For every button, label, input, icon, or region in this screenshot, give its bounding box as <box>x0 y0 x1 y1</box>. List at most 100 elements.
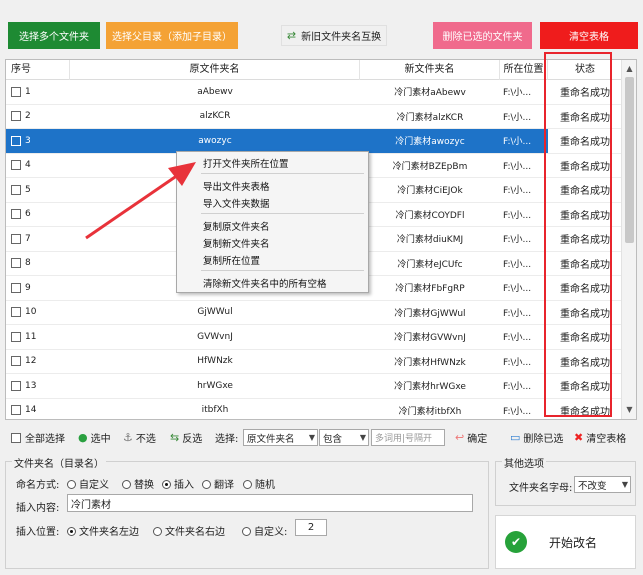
mode-translate-radio[interactable]: 翻译 <box>202 476 234 491</box>
table-row[interactable]: 3 awozyc 冷门素材awozyc F:\小... 重命名成功 <box>6 129 622 154</box>
swap-icon: ⇄ <box>286 29 297 42</box>
menu-export-table[interactable]: 导出文件夹表格 <box>203 179 270 193</box>
check-label: 选中 <box>90 434 111 445</box>
mode-translate-label: 翻译 <box>214 480 234 491</box>
clear-table-button[interactable]: 清空表格 <box>540 22 638 49</box>
row-checkbox[interactable] <box>11 356 21 367</box>
confirm-icon: ↩ <box>455 431 465 444</box>
confirm-button[interactable]: ↩ 确定 <box>455 430 487 445</box>
choose-label: 选择: <box>215 434 239 445</box>
row-checkbox[interactable] <box>11 135 21 146</box>
letter-case-select[interactable]: 不改变 ▼ <box>574 476 631 493</box>
row-index-cell: 1 <box>6 80 70 104</box>
new-name-cell: 冷门素材diuKMJ <box>396 235 464 246</box>
row-checkbox[interactable] <box>11 282 21 293</box>
header-index[interactable]: 序号 <box>6 60 70 80</box>
location-cell: F:\小... <box>503 88 532 99</box>
start-rename-button[interactable]: ✔ 开始改名 <box>495 515 636 569</box>
select-all-checkbox[interactable]: 全部选择 <box>11 430 65 445</box>
table-scrollbar[interactable]: ▲ ▼ <box>621 60 636 419</box>
row-checkbox[interactable] <box>11 258 21 269</box>
table-row[interactable]: 2 alzKCR 冷门素材alzKCR F:\小... 重命名成功 <box>6 105 622 129</box>
row-checkbox[interactable] <box>11 307 21 318</box>
row-checkbox[interactable] <box>11 331 21 342</box>
menu-open-location[interactable]: 打开文件夹所在位置 <box>203 156 289 170</box>
mode-insert-radio[interactable]: 插入 <box>162 476 194 491</box>
row-index-cell: 3 <box>6 129 70 153</box>
table-row[interactable]: 11 GVWvnJ 冷门素材GVWvnJ F:\小... 重命名成功 <box>6 325 622 350</box>
row-checkbox[interactable] <box>11 380 21 391</box>
select-multiple-folders-button[interactable]: 选择多个文件夹 <box>8 22 100 49</box>
row-index-label: 7 <box>25 233 31 244</box>
match-select[interactable]: 包含 ▼ <box>319 429 369 446</box>
row-checkbox[interactable] <box>11 209 21 220</box>
mode-random-radio[interactable]: 随机 <box>243 476 275 491</box>
radio-selected-icon <box>67 527 76 536</box>
header-original-name[interactable]: 原文件夹名 <box>70 60 360 80</box>
menu-copy-new-name[interactable]: 复制新文件夹名 <box>203 236 270 250</box>
row-index-label: 2 <box>25 111 31 122</box>
check-button[interactable]: ● 选中 <box>78 430 111 445</box>
header-location[interactable]: 所在位置 <box>500 60 548 80</box>
field-select[interactable]: 原文件夹名 ▼ <box>243 429 318 446</box>
menu-copy-location[interactable]: 复制所在位置 <box>203 253 260 267</box>
row-index-label: 3 <box>25 135 31 146</box>
custom-position-input[interactable]: 2 <box>295 519 327 536</box>
mode-custom-radio[interactable]: 自定义 <box>67 476 109 491</box>
uncheck-button[interactable]: ⚓ 不选 <box>123 430 156 445</box>
table-row[interactable]: 13 hrWGxe 冷门素材hrWGxe F:\小... 重命名成功 <box>6 374 622 399</box>
delete-checked-button[interactable]: ▭ 删除已选 <box>510 430 563 445</box>
row-checkbox[interactable] <box>11 233 21 244</box>
start-rename-label: 开始改名 <box>549 535 598 550</box>
context-menu: 打开文件夹所在位置 导出文件夹表格 导入文件夹数据 复制原文件夹名 复制新文件夹… <box>176 151 369 293</box>
new-name-cell: 冷门素材aAbewv <box>394 88 466 99</box>
select-parent-directory-button[interactable]: 选择父目录（添加子目录） <box>106 22 238 49</box>
location-cell: F:\小... <box>503 235 532 246</box>
insert-content-input[interactable]: 冷门素材 <box>67 494 473 512</box>
delete-selected-folders-button[interactable]: 删除已选的文件夹 <box>433 22 532 49</box>
scroll-thumb[interactable] <box>625 77 634 243</box>
row-checkbox[interactable] <box>11 86 21 97</box>
location-cell: F:\小... <box>503 357 532 368</box>
location-cell: F:\小... <box>503 333 532 344</box>
invert-button[interactable]: ⇆ 反选 <box>170 430 202 445</box>
radio-icon <box>153 527 162 536</box>
menu-copy-original-name[interactable]: 复制原文件夹名 <box>203 219 270 233</box>
table-row[interactable]: 1 aAbewv 冷门素材aAbewv F:\小... 重命名成功 <box>6 80 622 105</box>
clear-table-small-button[interactable]: ✖ 清空表格 <box>574 430 626 445</box>
row-index-label: 10 <box>25 307 37 318</box>
mode-replace-radio[interactable]: 替换 <box>122 476 154 491</box>
radio-icon <box>242 527 251 536</box>
table-row[interactable]: 12 HfWNzk 冷门素材HfWNzk F:\小... 重命名成功 <box>6 350 622 374</box>
scroll-down-icon[interactable]: ▼ <box>622 403 636 417</box>
row-index-label: 12 <box>25 356 37 367</box>
menu-clear-spaces[interactable]: 清除新文件夹名中的所有空格 <box>203 276 327 290</box>
row-checkbox[interactable] <box>11 111 21 122</box>
scroll-up-icon[interactable]: ▲ <box>622 62 636 76</box>
status-cell: 重命名成功 <box>560 357 610 369</box>
row-checkbox[interactable] <box>11 184 21 195</box>
chevron-down-icon: ▼ <box>359 433 366 442</box>
check-circle-icon: ✔ <box>505 531 527 553</box>
table-row[interactable]: 10 GjWWul 冷门素材GjWWul F:\小... 重命名成功 <box>6 301 622 325</box>
position-right-radio[interactable]: 文件夹名右边 <box>153 523 225 538</box>
status-cell: 重命名成功 <box>560 382 610 394</box>
other-options-group: 其他选项 文件夹名字母: 不改变 ▼ <box>495 455 636 506</box>
menu-import-data[interactable]: 导入文件夹数据 <box>203 196 270 210</box>
header-status[interactable]: 状态 <box>548 60 622 80</box>
row-checkbox[interactable] <box>11 160 21 171</box>
letter-case-label: 文件夹名字母: <box>509 483 573 494</box>
row-checkbox[interactable] <box>11 405 21 416</box>
swap-names-button[interactable]: ⇄ 新旧文件夹名互换 <box>281 25 387 46</box>
row-index-cell: 9 <box>6 276 70 300</box>
confirm-label: 确定 <box>467 434 488 445</box>
anchor-icon: ⚓ <box>123 431 133 444</box>
new-name-cell: 冷门素材FbFgRP <box>395 284 465 295</box>
keyword-input[interactable]: 多词用|号隔开 <box>371 429 445 446</box>
position-left-label: 文件夹名左边 <box>79 527 139 538</box>
position-custom-radio[interactable]: 自定义: <box>242 523 287 538</box>
position-left-radio[interactable]: 文件夹名左边 <box>67 523 139 538</box>
header-new-name[interactable]: 新文件夹名 <box>360 60 500 80</box>
table-row[interactable]: 14 itbfXh 冷门素材itbfXh F:\小... 重命名成功 <box>6 399 622 420</box>
location-cell: F:\小... <box>503 112 532 123</box>
